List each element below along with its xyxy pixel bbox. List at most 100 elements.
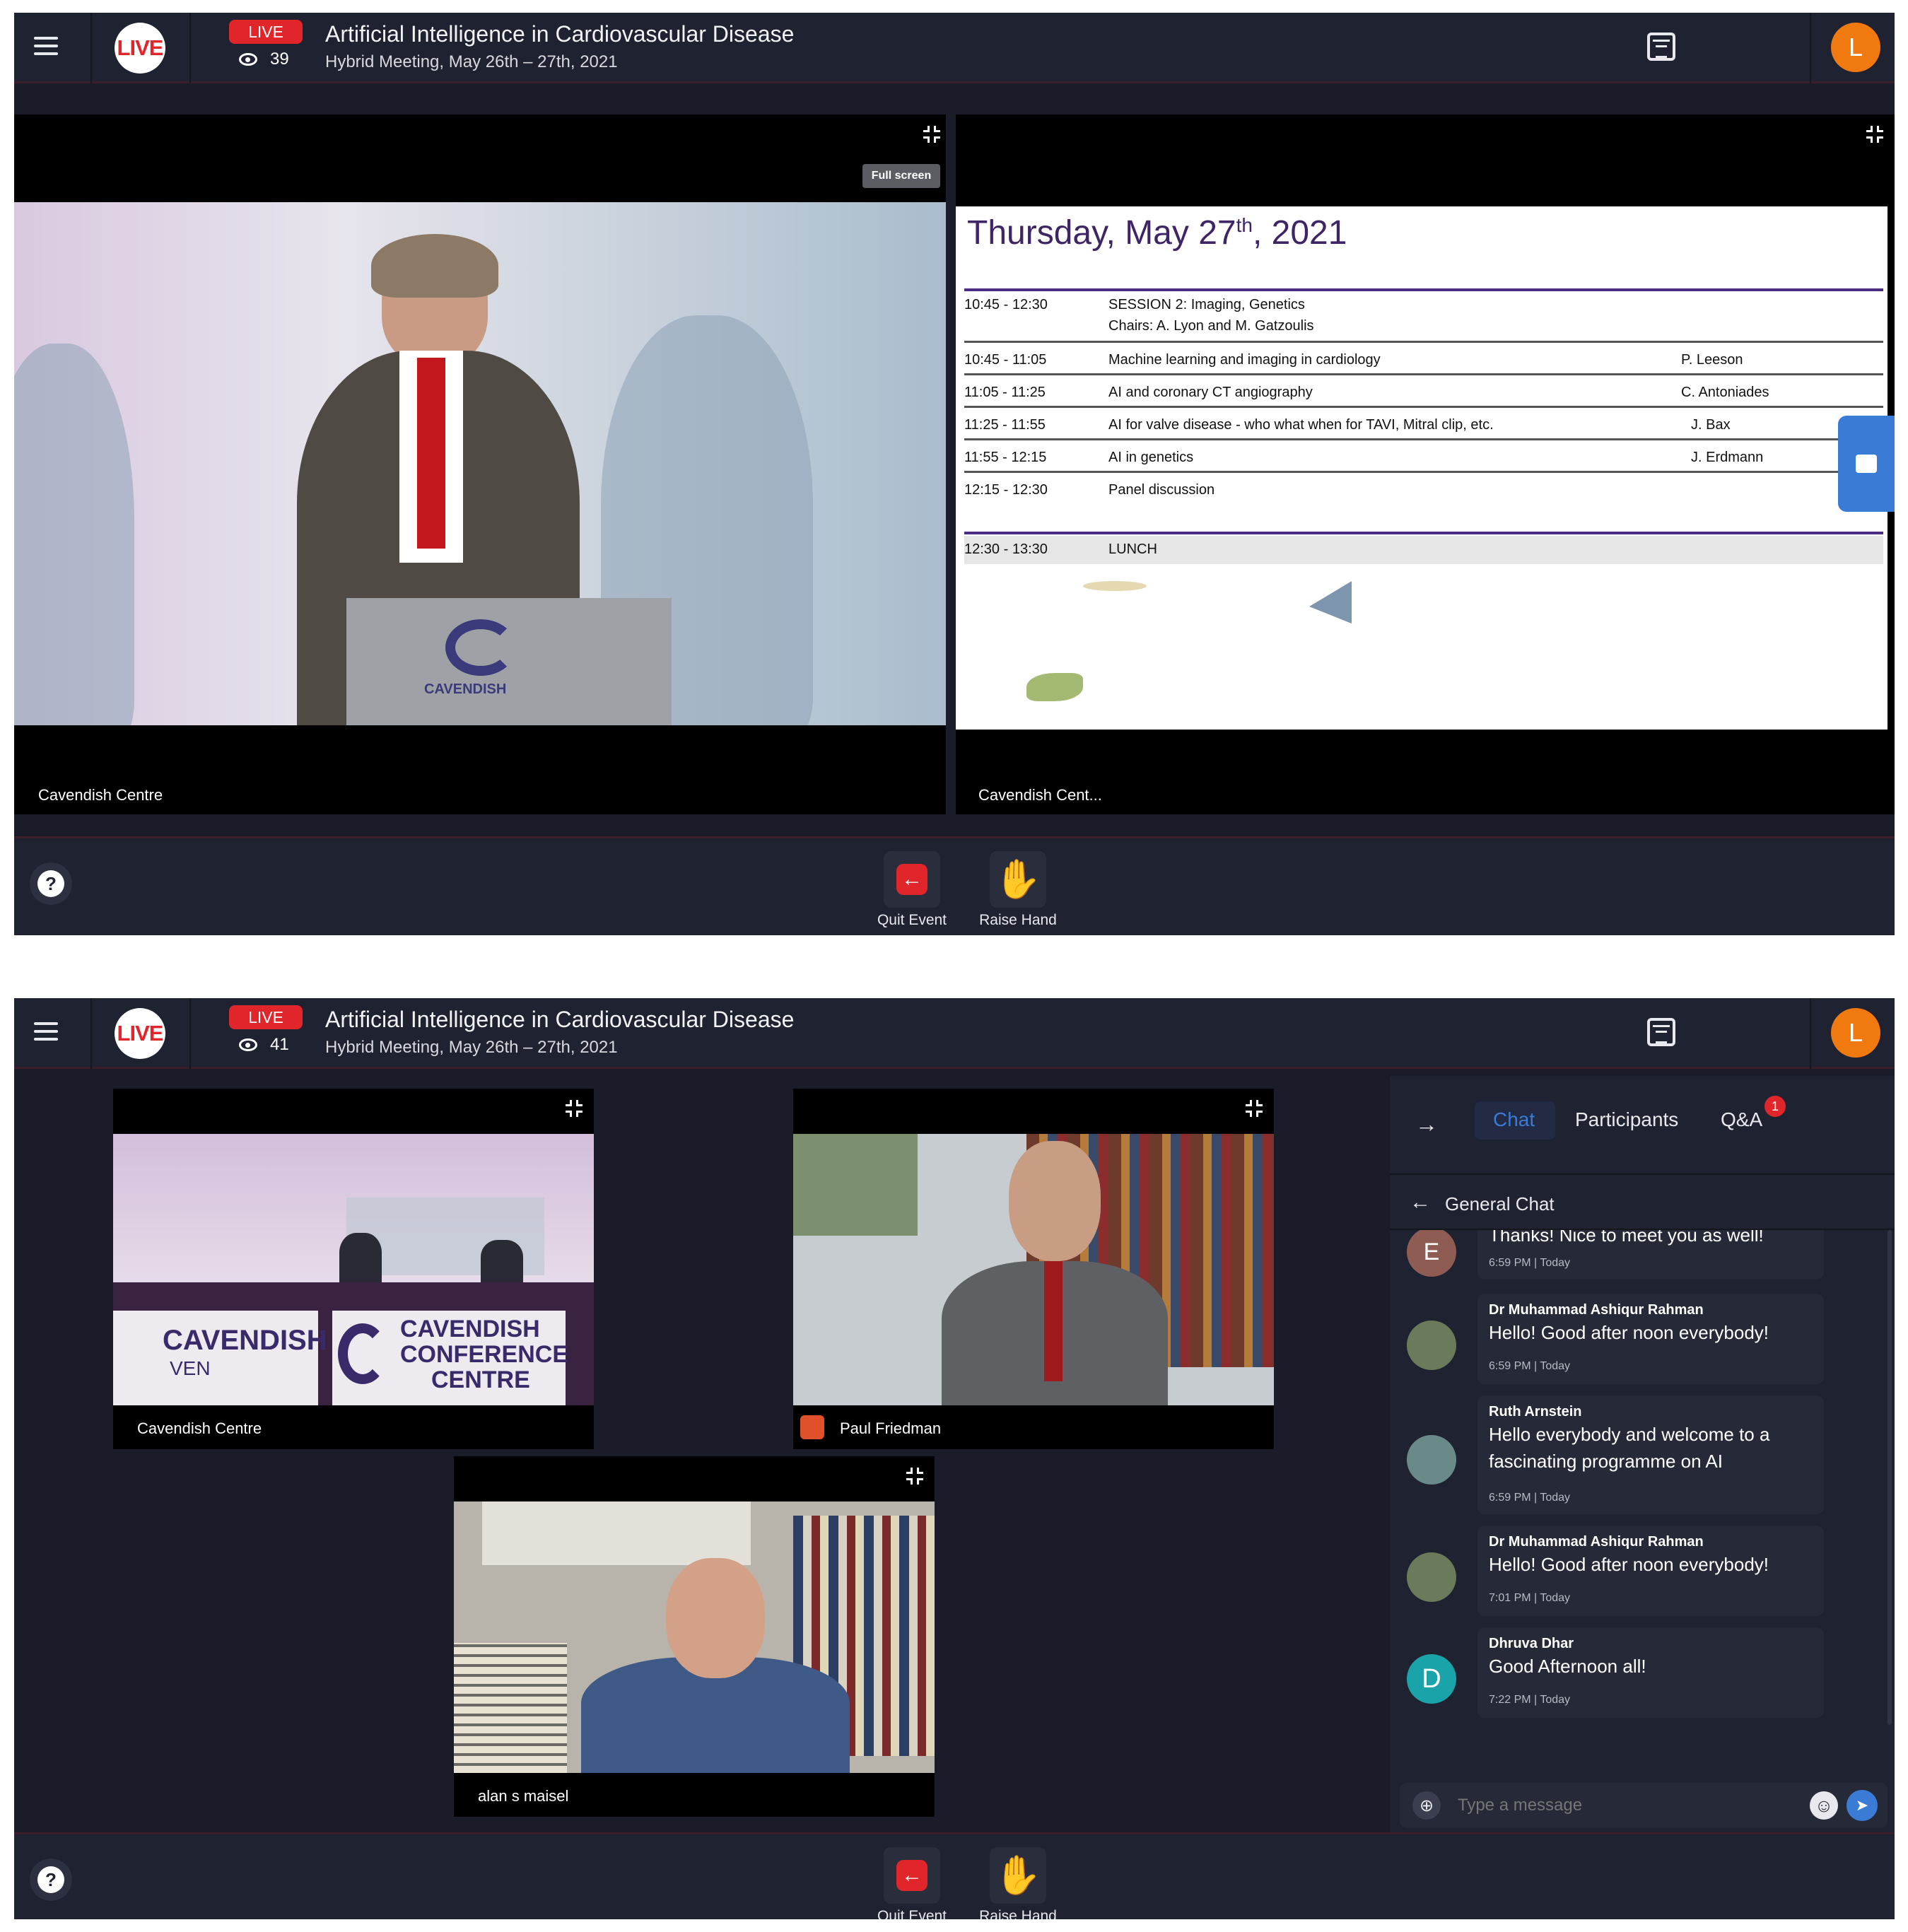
quit-event-button[interactable]: ←	[884, 851, 940, 908]
attach-icon[interactable]: ⊕	[1412, 1791, 1441, 1820]
slide-title: Thursday, May 27th, 2021	[967, 214, 1347, 252]
shadow-shape	[14, 344, 134, 725]
podium-text: CAVENDISH	[424, 681, 507, 697]
slot-topic: AI in genetics	[1108, 450, 1194, 465]
video-tile-paul-friedman[interactable]: Paul Friedman	[793, 1089, 1274, 1449]
live-logo: LIVE	[115, 23, 165, 74]
avatar	[1407, 1321, 1456, 1370]
viewer-count-value: 39	[270, 49, 289, 69]
expand-icon[interactable]	[1866, 126, 1883, 143]
message-time: 7:01 PM | Today	[1489, 1592, 1571, 1604]
chat-bubble-icon	[1856, 455, 1877, 473]
fullscreen-button[interactable]: Full screen	[862, 164, 940, 188]
help-icon: ?	[37, 1866, 64, 1893]
slot-topic: AI for valve disease - who what when for…	[1108, 417, 1494, 433]
quit-icon: ←	[896, 864, 927, 895]
calendar-icon[interactable]	[1647, 1018, 1675, 1046]
slot-time: 12:15 - 12:30	[964, 482, 1048, 498]
quit-event-button[interactable]: ←	[884, 1847, 940, 1904]
raise-hand-label: Raise Hand	[979, 912, 1057, 928]
slot-time: 10:45 - 11:05	[964, 352, 1047, 368]
lunch-label: LUNCH	[1108, 541, 1157, 557]
bottom-bar: ? ← Quit Event ✋ Raise Hand	[14, 836, 1895, 935]
calendar-icon[interactable]	[1647, 33, 1675, 61]
message-text: Hello everybody and welcome to a fascina…	[1489, 1424, 1770, 1472]
expand-icon[interactable]	[566, 1100, 583, 1117]
event-title: Artificial Intelligence in Cardiovascula…	[325, 21, 795, 47]
message-time: 6:59 PM | Today	[1489, 1360, 1571, 1372]
qa-badge: 1	[1764, 1096, 1786, 1117]
slide-decoration	[1083, 581, 1147, 591]
expand-icon[interactable]	[923, 126, 940, 143]
message-author: Dr Muhammad Ashiqur Rahman	[1489, 1534, 1704, 1550]
live-badge: LIVE	[229, 1005, 303, 1029]
slot-speaker: J. Erdmann	[1691, 450, 1764, 465]
event-subtitle: Hybrid Meeting, May 26th – 27th, 2021	[325, 52, 618, 71]
open-chat-button[interactable]	[1838, 416, 1895, 512]
scrollbar[interactable]	[1887, 1230, 1892, 1725]
message-text: Hello! Good after noon everybody!	[1489, 1554, 1769, 1575]
tab-chat[interactable]: Chat	[1493, 1108, 1535, 1131]
cabinet	[482, 1501, 751, 1565]
message-author: Dr Muhammad Ashiqur Rahman	[1489, 1302, 1704, 1318]
raise-hand-button[interactable]: ✋	[990, 1847, 1046, 1904]
tab-participants[interactable]: Participants	[1575, 1108, 1678, 1131]
lunch-time: 12:30 - 13:30	[964, 541, 1048, 557]
channel-title: General Chat	[1445, 1193, 1555, 1214]
participant-head	[1009, 1141, 1101, 1261]
speaker-hair	[371, 234, 498, 298]
session-title: SESSION 2: Imaging, Genetics	[1108, 297, 1305, 312]
video-label: alan s maisel	[478, 1787, 569, 1805]
tab-qa[interactable]: Q&A	[1721, 1108, 1762, 1131]
arrow-right-icon[interactable]: →	[1415, 1111, 1438, 1137]
quit-event-label: Quit Event	[877, 1908, 947, 1919]
participant-head	[666, 1558, 765, 1678]
viewer-count: 39	[239, 49, 289, 69]
slot-time: 11:25 - 11:55	[964, 417, 1046, 433]
sign-text: CAVENDISH	[163, 1325, 327, 1356]
user-avatar[interactable]: L	[1831, 1008, 1880, 1058]
message-list[interactable]: E Thanks! Nice to meet you as well! 6:59…	[1390, 1230, 1895, 1757]
panelist-shape	[339, 1233, 382, 1282]
divider	[1390, 1173, 1895, 1175]
help-button[interactable]: ?	[30, 862, 72, 905]
expand-icon[interactable]	[906, 1468, 923, 1485]
chat-message: Dr Muhammad Ashiqur Rahman Hello! Good a…	[1477, 1294, 1824, 1384]
avatar: D	[1407, 1654, 1456, 1704]
message-input[interactable]	[1458, 1791, 1783, 1820]
divider	[964, 288, 1883, 291]
message-author: Dhruva Dhar	[1489, 1636, 1574, 1651]
event-title: Artificial Intelligence in Cardiovascula…	[325, 1007, 795, 1032]
avatar: E	[1407, 1230, 1456, 1277]
menu-icon[interactable]	[34, 37, 58, 58]
video-tile-alan-s-maisel[interactable]: alan s maisel	[454, 1456, 935, 1817]
raise-hand-button[interactable]: ✋	[990, 851, 1046, 908]
divider	[1810, 13, 1811, 83]
slot-time: 11:05 - 11:25	[964, 385, 1046, 400]
slot-topic: Machine learning and imaging in cardiolo…	[1108, 352, 1381, 368]
slot-topic: Panel discussion	[1108, 482, 1215, 498]
paper-stack	[454, 1643, 567, 1773]
video-tile-slides[interactable]: Thursday, May 27th, 2021 10:45 - 12:30 S…	[956, 115, 1895, 814]
sign-text: CAVENDISH CONFERENCE CENTRE	[400, 1316, 569, 1393]
live-logo: LIVE	[115, 1008, 165, 1059]
video-label: Cavendish Centre	[38, 786, 163, 804]
sign-right: CAVENDISH CONFERENCE CENTRE	[332, 1311, 569, 1405]
expand-icon[interactable]	[1246, 1100, 1263, 1117]
quit-event-label: Quit Event	[877, 912, 947, 928]
help-button[interactable]: ?	[30, 1858, 72, 1901]
participant-tie	[1044, 1261, 1063, 1381]
divider	[1810, 998, 1811, 1069]
speaker-tie	[417, 358, 445, 549]
arrow-left-icon[interactable]: ←	[1410, 1190, 1431, 1214]
quit-icon: ←	[896, 1860, 927, 1891]
send-icon[interactable]: ➤	[1846, 1790, 1878, 1821]
slot-speaker: J. Bax	[1691, 417, 1731, 433]
video-tile-speaker[interactable]: Full screen CAVENDISH Cavendish Centre	[14, 115, 946, 814]
menu-icon[interactable]	[34, 1022, 58, 1043]
user-avatar[interactable]: L	[1831, 23, 1880, 72]
divider	[964, 532, 1883, 534]
video-tile-venue[interactable]: CAVENDISH VEN CAVENDISH CONFERENCE CENTR…	[113, 1089, 594, 1449]
avatar	[1407, 1552, 1456, 1602]
emoji-icon[interactable]: ☺	[1810, 1791, 1838, 1820]
